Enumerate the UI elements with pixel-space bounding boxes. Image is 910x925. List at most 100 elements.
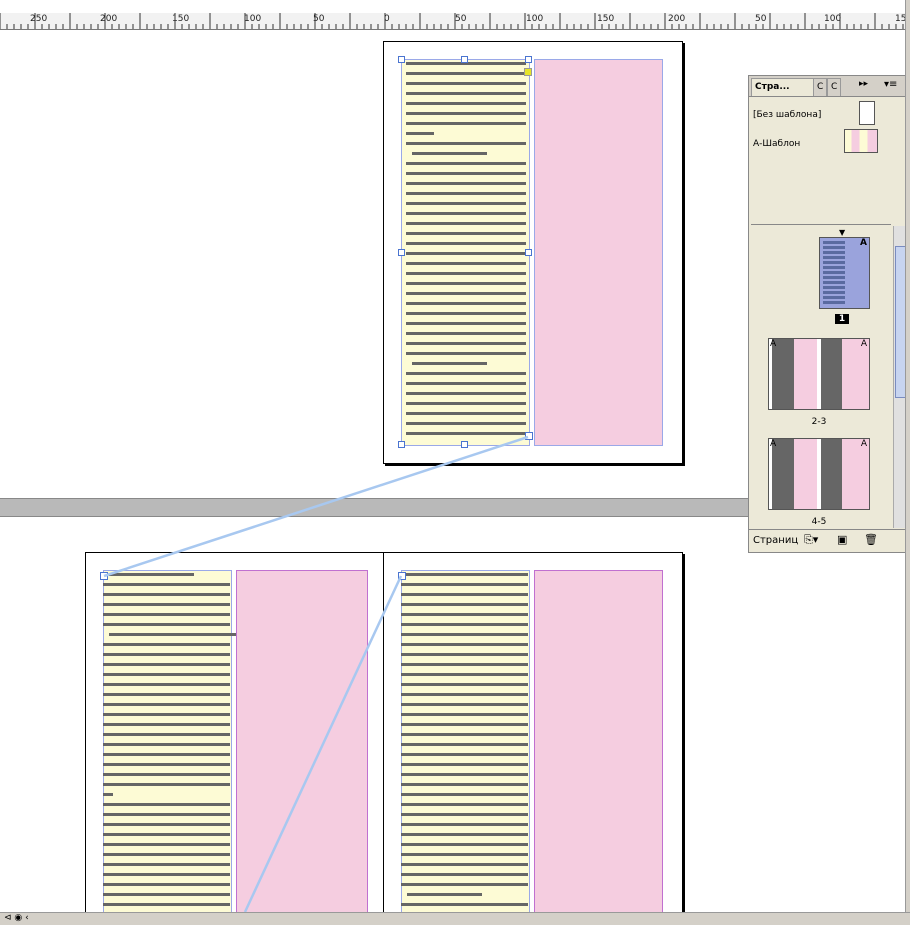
pages-panel[interactable]: Стра... С С ▸▸ ▾≡ [Без шаблона] А-Шаблон…: [748, 75, 907, 553]
text-line: [401, 663, 528, 666]
text-line: [103, 613, 230, 616]
page-number-2-3[interactable]: 2-3: [804, 417, 834, 427]
text-line: [401, 793, 528, 796]
page-1[interactable]: [383, 41, 683, 464]
text-line: [406, 162, 526, 165]
pink-frame[interactable]: [534, 59, 663, 446]
panel-menu-icon[interactable]: ▾≡: [884, 79, 897, 90]
trash-icon[interactable]: 🗑: [864, 533, 878, 546]
tab-pages[interactable]: Стра...: [751, 78, 817, 96]
vertical-scrollbar[interactable]: [905, 0, 910, 924]
master-a[interactable]: А-Шаблон: [753, 139, 800, 149]
page-thumb-lines: [823, 241, 845, 305]
text-line: [401, 603, 528, 606]
in-port-icon[interactable]: [100, 572, 108, 580]
master-none-thumb[interactable]: [859, 101, 875, 125]
text-line: [406, 412, 526, 415]
text-line: [103, 853, 230, 856]
text-line: [103, 873, 230, 876]
in-port-icon[interactable]: [398, 572, 406, 580]
selection-handle[interactable]: [461, 441, 468, 448]
text-line: [401, 593, 528, 596]
text-line: [406, 292, 526, 295]
page-thumb-2-3[interactable]: A A: [768, 338, 870, 410]
text-line: [103, 793, 113, 796]
text-line: [406, 82, 526, 85]
panel-expand-icon[interactable]: ▸▸: [859, 79, 868, 89]
selection-handle[interactable]: [398, 249, 405, 256]
text-lines: [406, 62, 528, 442]
page-thumb-4-5[interactable]: A A: [768, 438, 870, 510]
panel-divider[interactable]: [751, 224, 891, 227]
text-line: [401, 633, 528, 636]
text-line: [406, 402, 526, 405]
selection-handle[interactable]: [525, 249, 532, 256]
page-thumb-1[interactable]: A: [819, 237, 870, 309]
selection-handle[interactable]: [398, 441, 405, 448]
text-line: [401, 853, 528, 856]
new-page-icon[interactable]: ▣: [837, 533, 847, 546]
text-line: [103, 643, 230, 646]
text-line: [103, 743, 230, 746]
text-line: [103, 763, 230, 766]
text-line: [401, 623, 528, 626]
text-line: [401, 773, 528, 776]
text-line: [103, 753, 230, 756]
text-line: [401, 833, 528, 836]
page-2[interactable]: [85, 552, 384, 912]
text-line: [103, 893, 230, 896]
text-line: [103, 813, 230, 816]
master-label: А-Шаблон: [753, 139, 801, 149]
pasteboard-separator: [0, 498, 748, 517]
text-line: [103, 773, 230, 776]
text-line: [401, 673, 528, 676]
text-line: [103, 583, 230, 586]
text-line: [406, 122, 526, 125]
master-none[interactable]: [Без шаблона]: [753, 110, 821, 120]
master-letter: A: [860, 339, 867, 349]
text-line: [103, 903, 230, 906]
pink-frame[interactable]: [236, 570, 368, 912]
text-line: [406, 192, 526, 195]
page-3[interactable]: [383, 552, 683, 912]
selection-handle[interactable]: [398, 56, 405, 63]
navigation-icon[interactable]: ⊲ ◉ ‹: [4, 913, 29, 923]
selection-handle[interactable]: [461, 56, 468, 63]
text-line: [109, 573, 194, 576]
text-line: [406, 102, 526, 105]
top-strip: [0, 0, 910, 13]
page-number-1[interactable]: 1: [835, 314, 849, 324]
text-line: [103, 713, 230, 716]
pink-frame[interactable]: [534, 570, 663, 912]
frame-status-icon: [524, 68, 532, 76]
selection-handle[interactable]: [525, 56, 532, 63]
insertion-marker-icon: ▼: [839, 228, 846, 237]
text-line: [401, 613, 528, 616]
text-line: [103, 843, 230, 846]
text-line: [103, 603, 230, 606]
horizontal-ruler[interactable]: 250 200 150 100 50 0 50 100 150 200 50 1…: [0, 13, 905, 30]
text-line: [103, 673, 230, 676]
text-line: [401, 843, 528, 846]
text-line: [401, 763, 528, 766]
status-bar: ⊲ ◉ ‹: [0, 912, 910, 925]
out-port-icon[interactable]: [525, 432, 533, 440]
text-line: [103, 883, 230, 886]
text-line: [406, 242, 526, 245]
text-line: [406, 312, 526, 315]
master-letter: A: [860, 439, 867, 449]
page-number-4-5[interactable]: 4-5: [804, 517, 834, 527]
text-line: [406, 112, 526, 115]
text-lines: [401, 573, 528, 912]
text-line: [103, 833, 230, 836]
page-number-label: 2-3: [811, 417, 827, 427]
tab-second[interactable]: С: [813, 78, 828, 96]
text-line: [406, 202, 526, 205]
text-line: [406, 282, 526, 285]
text-line: [401, 873, 528, 876]
edit-page-size-icon[interactable]: ⎘▾: [804, 533, 818, 547]
tab-third[interactable]: С: [827, 78, 842, 96]
text-line: [103, 663, 230, 666]
master-a-thumb[interactable]: [844, 129, 878, 153]
text-line: [401, 693, 528, 696]
